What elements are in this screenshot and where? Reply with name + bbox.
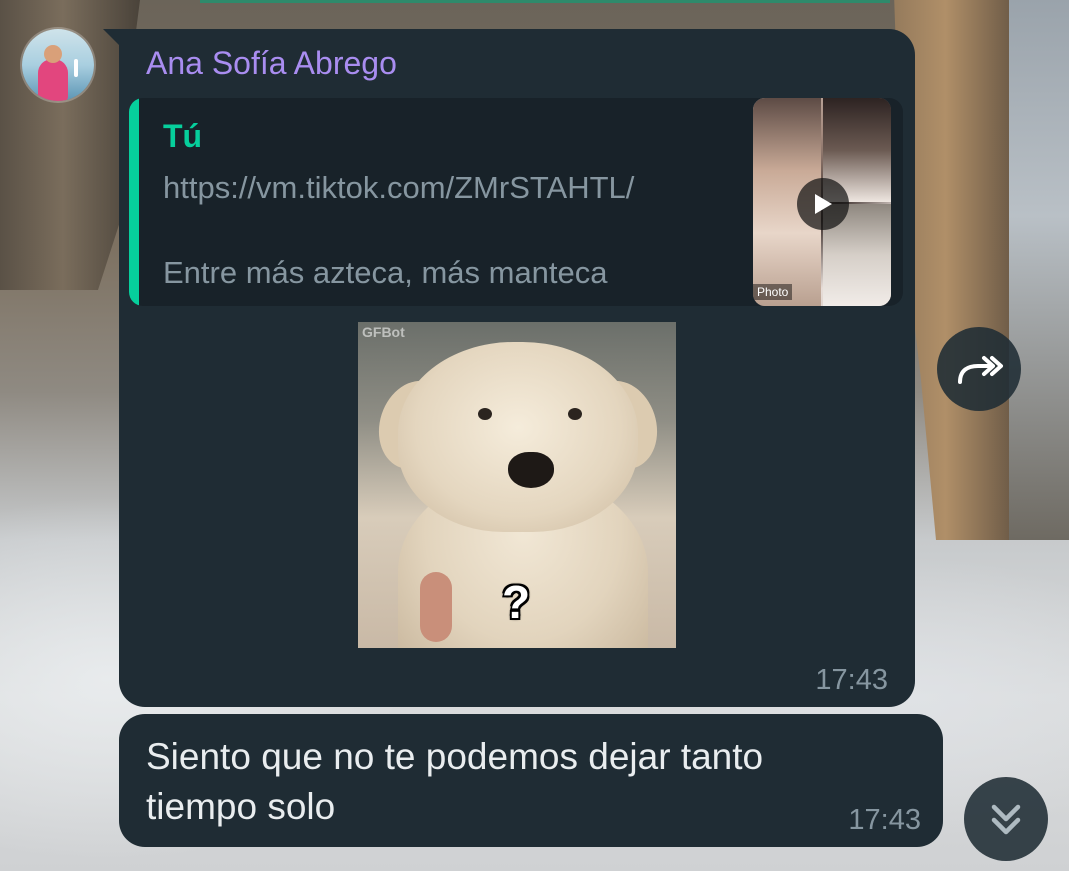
quote-link: https://vm.tiktok.com/ZMrSTAHTL/: [163, 170, 635, 205]
puppy-eye: [568, 408, 582, 420]
incoming-message-bubble[interactable]: Ana Sofía Abrego Tú https://vm.tiktok.co…: [103, 29, 915, 707]
puppy-head: [398, 342, 638, 532]
avatar-figure: [38, 59, 68, 101]
quote-caption: Entre más azteca, más manteca: [163, 255, 608, 290]
incoming-message-bubble[interactable]: Siento que no te podemos dejar tanto tie…: [119, 714, 943, 847]
avatar-detail: [74, 59, 78, 77]
message-timestamp: 17:43: [815, 664, 888, 696]
thumbnail-label: Photo: [753, 284, 793, 300]
play-icon[interactable]: [797, 178, 849, 230]
question-mark-overlay: ?: [501, 576, 531, 628]
quote-author: Tú: [163, 118, 203, 154]
sender-avatar[interactable]: [22, 29, 94, 101]
avatar-head: [44, 45, 62, 63]
reply-quote[interactable]: Tú https://vm.tiktok.com/ZMrSTAHTL/ Entr…: [129, 98, 903, 306]
puppy-nose: [508, 452, 554, 488]
quote-accent-bar: [129, 98, 139, 306]
play-icon-glyph: [815, 194, 832, 214]
message-text: Siento que no te podemos dejar tanto tie…: [146, 736, 764, 827]
gif-watermark: GFBot: [362, 324, 405, 340]
puppy-paw: [420, 572, 452, 642]
sender-name[interactable]: Ana Sofía Abrego: [146, 45, 397, 82]
forward-icon: [958, 356, 1003, 384]
sticker-gif[interactable]: GFBot ?: [358, 322, 676, 648]
forward-button[interactable]: [937, 327, 1021, 411]
quote-thumbnail[interactable]: Photo: [753, 98, 891, 306]
message-timestamp: 17:43: [848, 804, 921, 836]
chevron-double-down-icon: [991, 804, 1021, 835]
scroll-to-bottom-button[interactable]: [964, 777, 1048, 861]
puppy-eye: [478, 408, 492, 420]
top-divider: [200, 0, 890, 3]
